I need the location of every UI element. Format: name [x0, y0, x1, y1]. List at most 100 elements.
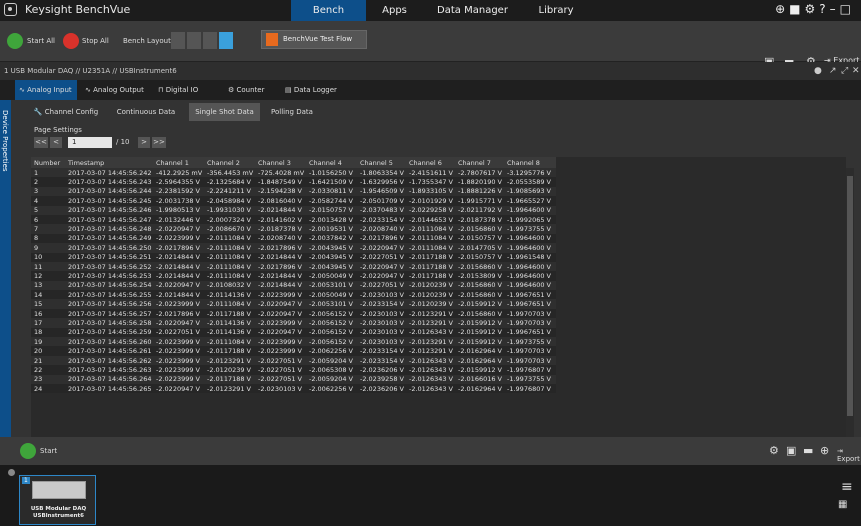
connect-icon[interactable]: ⊕	[820, 444, 829, 457]
column-header[interactable]: Channel 4	[306, 157, 357, 168]
chat-icon[interactable]: ■	[789, 2, 804, 16]
table-row[interactable]: 8 2017-03-07 14:45:56.249 -2.0223999 V -2.0…	[31, 233, 556, 244]
table-row[interactable]: 18 2017-03-07 14:45:56.259 -2.0227051 V -2.…	[31, 327, 556, 338]
column-header[interactable]: Channel 1	[153, 157, 204, 168]
popout-icon[interactable]: ↗	[829, 62, 837, 80]
column-header[interactable]: Timestamp	[65, 157, 153, 168]
table-row[interactable]: 17 2017-03-07 14:45:56.258 -2.0220947 V -2.…	[31, 318, 556, 328]
settings-icon[interactable]: ⚙	[805, 2, 820, 16]
table-row[interactable]: 23 2017-03-07 14:45:56.264 -2.0223999 V -2.…	[31, 374, 556, 384]
maximize-icon[interactable]: □	[840, 2, 855, 16]
close-icon[interactable]: ✕	[852, 62, 860, 80]
table-cell: -2.0220947 V	[255, 327, 306, 338]
table-row[interactable]: 14 2017-03-07 14:45:56.255 -2.0214844 V -2.…	[31, 290, 556, 300]
tab-analog-output[interactable]: ∿ Analog Output	[85, 80, 155, 100]
table-row[interactable]: 21 2017-03-07 14:45:56.262 -2.0223999 V -2.…	[31, 355, 556, 366]
table-row[interactable]: 7 2017-03-07 14:45:56.248 -2.0220947 V -2.0…	[31, 224, 556, 234]
table-cell: -2.0050049 V	[306, 271, 357, 281]
table-cell: -2.0211792 V	[455, 205, 504, 215]
table-row[interactable]: 16 2017-03-07 14:45:56.257 -2.0217896 V -2.…	[31, 308, 556, 319]
table-row[interactable]: 9 2017-03-07 14:45:56.250 -2.0217896 V -2.0…	[31, 243, 556, 253]
save-icon[interactable]: ▣	[786, 444, 796, 457]
table-row[interactable]: 4 2017-03-07 14:45:56.245 -2.0031738 V -2.0…	[31, 196, 556, 206]
table-cell: -2.0214844 V	[255, 252, 306, 262]
stop-all-button[interactable]: Stop All	[82, 37, 109, 45]
table-row[interactable]: 19 2017-03-07 14:45:56.260 -2.0223999 V -2.…	[31, 337, 556, 347]
folder-icon[interactable]: ▬	[803, 444, 813, 457]
tab-analog-input[interactable]: ∿ Analog Input	[15, 80, 77, 100]
table-row[interactable]: 20 2017-03-07 14:45:56.261 -2.0223999 V -2.…	[31, 346, 556, 356]
minimize-icon[interactable]: –	[830, 2, 840, 16]
layout-option-3[interactable]	[203, 32, 217, 49]
grid-icon[interactable]: ▦	[838, 499, 847, 510]
tab-continuous-data[interactable]: Continuous Data	[114, 103, 178, 121]
tab-digital-io[interactable]: ⊓ Digital IO	[158, 80, 220, 100]
start-icon[interactable]	[20, 443, 36, 459]
table-cell: -2.0214844 V	[255, 280, 306, 291]
table-row[interactable]: 24 2017-03-07 14:45:56.265 -2.0220947 V -2.…	[31, 383, 556, 394]
start-button[interactable]: Start	[40, 447, 57, 455]
help-icon[interactable]: ?	[819, 2, 829, 16]
layout-option-2[interactable]	[187, 32, 201, 49]
column-header[interactable]: Channel 6	[406, 157, 455, 168]
layout-option-1[interactable]	[171, 32, 185, 49]
stop-all-icon[interactable]	[63, 33, 79, 49]
menu-icon[interactable]: ≡	[841, 479, 853, 495]
table-scrollbar[interactable]	[846, 168, 854, 437]
table-row[interactable]: 11 2017-03-07 14:45:56.252 -2.0214844 V -2.…	[31, 261, 556, 272]
column-header[interactable]: Channel 2	[204, 157, 255, 168]
table-cell: -2.7807617 V	[455, 168, 504, 178]
column-header[interactable]: Channel 7	[455, 157, 504, 168]
table-cell: 12	[31, 271, 65, 281]
start-all-icon[interactable]	[7, 33, 23, 49]
table-row[interactable]: 13 2017-03-07 14:45:56.254 -2.0220947 V -2.…	[31, 280, 556, 291]
table-cell: -2.0153809 V	[455, 271, 504, 281]
expand-icon[interactable]: ⤢	[841, 62, 848, 80]
table-cell: 23	[31, 374, 65, 384]
table-row[interactable]: 6 2017-03-07 14:45:56.247 -2.0132446 V -2.0…	[31, 214, 556, 225]
instrument-card[interactable]: 1 USB Modular DAQ USBInstrument6	[19, 475, 96, 525]
tab-counter[interactable]: ⚙ Counter	[228, 80, 284, 100]
scrollbar-thumb[interactable]	[847, 176, 853, 416]
next-page-button[interactable]: >	[138, 137, 150, 148]
start-all-button[interactable]: Start All	[27, 37, 55, 45]
table-row[interactable]: 3 2017-03-07 14:45:56.244 -2.2381592 V -2.2…	[31, 186, 556, 197]
tab-channel-config[interactable]: 🔧 Channel Config	[31, 103, 101, 121]
export-button[interactable]: ⇥ Export	[837, 447, 861, 463]
topnav-bench[interactable]: Bench	[291, 0, 366, 21]
table-row[interactable]: 5 2017-03-07 14:45:56.246 -1.9980513 V -1.9…	[31, 205, 556, 215]
table-row[interactable]: 22 2017-03-07 14:45:56.263 -2.0223999 V -2.…	[31, 365, 556, 375]
column-header[interactable]: Channel 8	[504, 157, 556, 168]
table-cell: -2.0123291 V	[406, 337, 455, 347]
column-header[interactable]: Number	[31, 157, 65, 168]
test-flow-button[interactable]: BenchVue Test Flow	[261, 30, 367, 49]
tab-label: Counter	[236, 86, 265, 94]
table-cell: -2.0117188 V	[204, 308, 255, 319]
table-cell: 17	[31, 318, 65, 328]
table-row[interactable]: 15 2017-03-07 14:45:56.256 -2.0223999 V -2.…	[31, 299, 556, 309]
layout-option-4-selected[interactable]	[219, 32, 233, 49]
tab-data-logger[interactable]: ▤ Data Logger	[285, 80, 355, 100]
column-header[interactable]: Channel 3	[255, 157, 306, 168]
tab-single-shot-data[interactable]: Single Shot Data	[189, 103, 260, 121]
table-row[interactable]: 12 2017-03-07 14:45:56.253 -2.0214844 V -2.…	[31, 271, 556, 281]
settings-icon[interactable]: ⚙	[769, 444, 779, 457]
page-number-input[interactable]: 1	[68, 137, 112, 148]
topnav-data-manager[interactable]: Data Manager	[420, 0, 525, 21]
table-cell: 4	[31, 196, 65, 206]
help-icon[interactable]: ●	[814, 62, 822, 80]
first-page-button[interactable]: <<	[34, 137, 48, 148]
column-header[interactable]: Channel 5	[357, 157, 406, 168]
tab-polling-data[interactable]: Polling Data	[266, 103, 318, 121]
table-row[interactable]: 1 2017-03-07 14:45:56.242 -412.2925 mV -356…	[31, 168, 556, 178]
device-properties-sidebar[interactable]: Device Properties	[0, 100, 11, 437]
connection-icon[interactable]: ⊕	[775, 2, 789, 16]
table-cell: 2017-03-07 14:45:56.247	[65, 214, 153, 225]
topnav-apps[interactable]: Apps	[372, 0, 417, 21]
last-page-button[interactable]: >>	[152, 137, 166, 148]
table-cell: -2.0156860 V	[455, 308, 504, 319]
topnav-library[interactable]: Library	[526, 0, 586, 21]
table-row[interactable]: 2 2017-03-07 14:45:56.243 -2.5964355 V -2.1…	[31, 177, 556, 187]
prev-page-button[interactable]: <	[50, 137, 62, 148]
table-row[interactable]: 10 2017-03-07 14:45:56.251 -2.0214844 V -2.…	[31, 252, 556, 262]
